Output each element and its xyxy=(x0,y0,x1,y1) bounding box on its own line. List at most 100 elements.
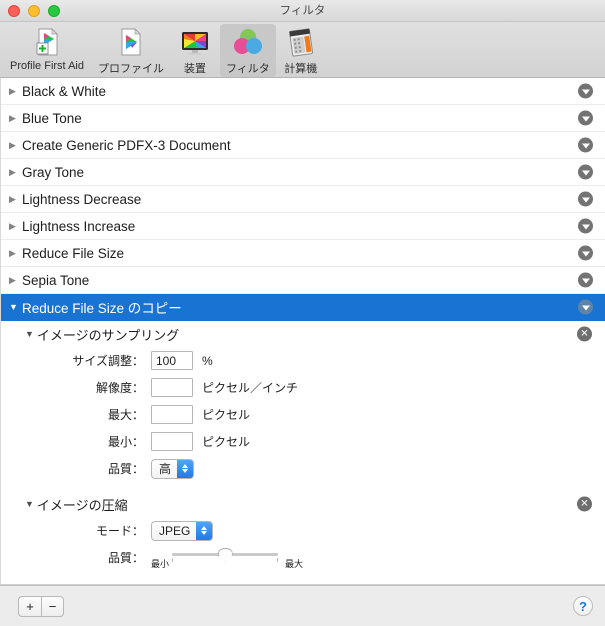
compression-quality-row: 品質： 最小 最大 xyxy=(1,544,605,571)
chevron-updown-icon xyxy=(177,459,194,478)
sampling-quality-row: 品質： 高 xyxy=(1,455,605,482)
popup-menu-icon[interactable] xyxy=(578,245,593,261)
popup-menu-icon[interactable] xyxy=(578,83,593,99)
compression-quality-slider[interactable]: 最小 最大 xyxy=(151,547,303,569)
disclosure-triangle-icon[interactable]: ▼ xyxy=(25,329,34,339)
toolbar-item-profile-first-aid[interactable]: Profile First Aid xyxy=(4,24,90,73)
slider-tick xyxy=(277,557,278,562)
remove-filter-button[interactable]: − xyxy=(41,595,64,617)
scale-row: サイズ調整： % xyxy=(1,347,605,374)
filter-row[interactable]: ▶ Sepia Tone xyxy=(1,267,605,294)
slider-tick xyxy=(172,557,173,562)
bottom-toolbar: + − ? xyxy=(0,585,605,626)
compression-quality-label: 品質： xyxy=(107,551,144,565)
filter-row-label: Black & White xyxy=(22,83,107,99)
mode-row: モード： JPEG xyxy=(1,517,605,544)
filter-row-label: Create Generic PDFX-3 Document xyxy=(22,137,231,153)
popup-menu-icon[interactable] xyxy=(578,110,593,126)
window-title: フィルタ xyxy=(279,4,326,17)
filter-row-label: Gray Tone xyxy=(22,164,85,180)
filter-row[interactable]: ▶ Create Generic PDFX-3 Document xyxy=(1,132,605,159)
popup-menu-icon[interactable] xyxy=(578,299,593,315)
min-unit: ピクセル xyxy=(202,435,251,449)
sampling-section-header[interactable]: ▼ イメージのサンプリング ✕ xyxy=(1,321,605,347)
filter-row[interactable]: ▶ Black & White xyxy=(1,78,605,105)
devices-icon xyxy=(179,26,211,58)
filter-row-label: Lightness Increase xyxy=(22,218,136,234)
slider-min-label: 最小 xyxy=(151,558,170,569)
window-titlebar: フィルタ xyxy=(0,0,605,22)
toolbar-item-calculator[interactable]: 計算機 xyxy=(278,24,324,77)
toolbar-item-devices[interactable]: 装置 xyxy=(172,24,218,77)
toolbar-item-label: フィルタ xyxy=(225,63,270,75)
add-filter-button[interactable]: + xyxy=(18,595,41,617)
help-button[interactable]: ? xyxy=(573,596,593,616)
popup-menu-icon[interactable] xyxy=(578,191,593,207)
disclosure-triangle-icon[interactable]: ▶ xyxy=(9,113,20,123)
max-field[interactable] xyxy=(151,405,193,424)
filter-row-label: Blue Tone xyxy=(22,110,82,126)
sampling-quality-popup[interactable]: 高 xyxy=(151,458,195,479)
remove-section-icon[interactable]: ✕ xyxy=(577,496,592,512)
max-row: 最大： ピクセル xyxy=(1,401,605,428)
filters-icon xyxy=(232,26,264,58)
mode-popup[interactable]: JPEG xyxy=(151,520,214,541)
popup-menu-icon[interactable] xyxy=(578,218,593,234)
remove-section-icon[interactable]: ✕ xyxy=(577,326,592,342)
min-label: 最小： xyxy=(107,435,144,449)
filter-row-label: Reduce File Size のコピー xyxy=(22,301,182,316)
colorsync-filters-window: フィルタ Profile First Aid プロファイル 装置 フィルタ 計算… xyxy=(0,0,605,626)
toolbar-item-profiles[interactable]: プロファイル xyxy=(92,24,170,77)
toolbar-item-filters[interactable]: フィルタ xyxy=(219,24,276,77)
minimize-button[interactable] xyxy=(28,4,40,17)
min-row: 最小： ピクセル xyxy=(1,428,605,455)
main-toolbar: Profile First Aid プロファイル 装置 フィルタ 計算機 xyxy=(0,22,605,78)
zoom-button[interactable] xyxy=(48,4,60,17)
filter-row[interactable]: ▶ Lightness Decrease xyxy=(1,186,605,213)
chevron-updown-icon xyxy=(196,521,213,540)
filter-row-label: Lightness Decrease xyxy=(22,191,142,207)
max-label: 最大： xyxy=(107,408,144,422)
filters-list[interactable]: ▶ Black & White ▶ Blue Tone ▶ Create Gen… xyxy=(0,78,605,584)
popup-menu-icon[interactable] xyxy=(578,272,593,288)
toolbar-item-label: 計算機 xyxy=(284,63,318,75)
popup-menu-icon[interactable] xyxy=(578,137,593,153)
min-field[interactable] xyxy=(151,432,193,451)
filter-row-selected[interactable]: ▼ Reduce File Size のコピー xyxy=(1,294,605,321)
add-remove-segmented-control: + − xyxy=(18,595,64,617)
calculator-icon xyxy=(285,26,317,58)
disclosure-triangle-icon[interactable]: ▼ xyxy=(9,302,20,312)
resolution-label: 解像度： xyxy=(95,381,144,395)
filter-row[interactable]: ▶ Reduce File Size xyxy=(1,240,605,267)
close-button[interactable] xyxy=(8,4,20,17)
toolbar-item-label: Profile First Aid xyxy=(10,60,84,72)
compression-section-header[interactable]: ▼ イメージの圧縮 ✕ xyxy=(1,491,605,517)
filter-row[interactable]: ▶ Gray Tone xyxy=(1,159,605,186)
popup-menu-icon[interactable] xyxy=(578,164,593,180)
slider-thumb[interactable] xyxy=(217,547,233,563)
sampling-quality-label: 品質： xyxy=(107,462,144,476)
compression-section-title: イメージの圧縮 xyxy=(36,497,128,513)
resolution-field[interactable] xyxy=(151,378,193,397)
disclosure-triangle-icon[interactable]: ▶ xyxy=(9,140,20,150)
resolution-row: 解像度： ピクセル／インチ xyxy=(1,374,605,401)
disclosure-triangle-icon[interactable]: ▶ xyxy=(9,167,20,177)
filter-row-label: Sepia Tone xyxy=(22,272,90,288)
sampling-section-title: イメージのサンプリング xyxy=(36,327,180,343)
disclosure-triangle-icon[interactable]: ▶ xyxy=(9,275,20,285)
disclosure-triangle-icon[interactable]: ▼ xyxy=(25,499,34,509)
mode-label: モード： xyxy=(95,524,144,538)
disclosure-triangle-icon[interactable]: ▶ xyxy=(9,194,20,204)
disclosure-triangle-icon[interactable]: ▶ xyxy=(9,248,20,258)
disclosure-triangle-icon[interactable]: ▶ xyxy=(9,221,20,231)
max-unit: ピクセル xyxy=(202,408,251,422)
filter-row[interactable]: ▶ Blue Tone xyxy=(1,105,605,132)
scale-field[interactable] xyxy=(151,351,193,370)
toolbar-item-label: 装置 xyxy=(183,63,206,75)
toolbar-item-label: プロファイル xyxy=(97,63,164,75)
filter-row[interactable]: ▶ Lightness Increase xyxy=(1,213,605,240)
filter-detail-panel: ▼ イメージのサンプリング ✕ サイズ調整： % 解像度： ピクセル／インチ 最… xyxy=(1,321,605,571)
profile-first-aid-icon xyxy=(31,26,63,58)
traffic-lights xyxy=(8,4,60,17)
disclosure-triangle-icon[interactable]: ▶ xyxy=(9,86,20,96)
